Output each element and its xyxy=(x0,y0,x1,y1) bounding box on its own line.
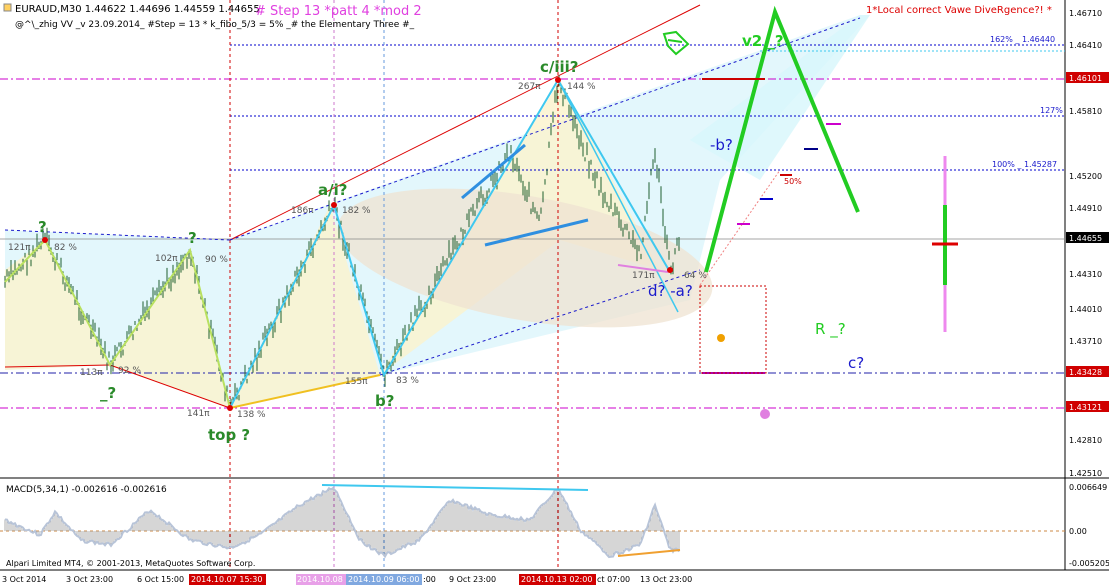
svg-text:155π: 155π xyxy=(345,377,368,387)
svg-text:6 Oct 15:00: 6 Oct 15:00 xyxy=(137,575,184,584)
pivot-dot xyxy=(42,237,48,243)
price-tick-label: 1.44655 xyxy=(1069,234,1102,243)
svg-text:141π: 141π xyxy=(187,409,210,419)
svg-text:92 %: 92 % xyxy=(118,366,141,376)
price-tick-label: 1.43710 xyxy=(1069,337,1102,346)
pivot-dot xyxy=(227,405,233,411)
price-tick-label: 1.44310 xyxy=(1069,270,1102,279)
step-label: # Step 13 *patt 4 *mod 2 xyxy=(255,4,422,19)
svg-text:138 %: 138 % xyxy=(237,410,266,420)
wave-label-r: R _? xyxy=(815,320,846,339)
svg-text:2014.10.09 06:00: 2014.10.09 06:00 xyxy=(348,575,419,584)
svg-text:267π: 267π xyxy=(518,82,541,92)
macd-divergence-line xyxy=(617,549,681,557)
svg-text:182 %: 182 % xyxy=(342,206,371,216)
svg-text:90 %: 90 % xyxy=(205,255,228,265)
wave-label-da: d? -a? xyxy=(648,282,693,300)
price-tick-label: 1.42510 xyxy=(1069,469,1102,478)
macd-label: MACD(5,34,1) -0.002616 -0.002616 xyxy=(6,485,167,495)
svg-text:100% _ 1.45287: 100% _ 1.45287 xyxy=(992,160,1057,169)
svg-text:82 %: 82 % xyxy=(54,243,77,253)
divergence-label: 1*Local correct Vawe DiveRgence?! * xyxy=(866,5,1052,16)
price-tick-label: 1.44910 xyxy=(1069,204,1102,213)
svg-text:2014.10.13 02:00: 2014.10.13 02:00 xyxy=(521,575,592,584)
svg-text:102π: 102π xyxy=(155,254,178,264)
svg-text:113π: 113π xyxy=(80,368,103,378)
copyright: Alpari Limited MT4, © 2001-2013, MetaQuo… xyxy=(6,559,255,568)
pivot-dot xyxy=(667,267,673,273)
price-tick-label: 1.44010 xyxy=(1069,305,1102,314)
price-tick-label: 1.43121 xyxy=(1069,403,1102,412)
svg-text:9 Oct 23:00: 9 Oct 23:00 xyxy=(449,575,496,584)
wave-label-top: top ? xyxy=(208,426,250,444)
price-tick-label: 1.46710 xyxy=(1069,9,1102,18)
pivot-dot xyxy=(331,202,337,208)
svg-text:ct 07:00: ct 07:00 xyxy=(597,575,630,584)
price-axis[interactable]: 1.46710 1.46410 1.46101 1.45810 1.45200 1.449… xyxy=(1066,9,1109,478)
price-tick-label: 1.46101 xyxy=(1069,74,1102,83)
symbol-info: EURAUD,M30 1.44622 1.44696 1.44559 1.446… xyxy=(15,4,260,15)
macd-divergence-line xyxy=(321,484,589,491)
macd-signal-line xyxy=(4,486,680,559)
wave-label-q1: ? xyxy=(38,218,47,236)
macd-tick-top: 0.006649 xyxy=(1069,483,1107,492)
price-tick-label: 1.46410 xyxy=(1069,41,1102,50)
chart-window[interactable]: EURAUD,M30 1.44622 1.44696 1.44559 1.446… xyxy=(0,0,1109,588)
price-tick-label: 1.43428 xyxy=(1069,368,1102,377)
indicator-info: @^\_zhig VV _v 23.09.2014_ #Step = 13 * … xyxy=(15,20,415,30)
wave-label-ai: a/i? xyxy=(318,181,347,199)
svg-text:2014.10.07 15:30: 2014.10.07 15:30 xyxy=(191,575,262,584)
svg-text:13 Oct 23:00: 13 Oct 23:00 xyxy=(640,575,692,584)
orange-dot xyxy=(717,334,725,342)
wave-label-v2: v2 _? xyxy=(742,32,784,50)
svg-text:127%: 127% xyxy=(1040,106,1063,115)
svg-text:121π: 121π xyxy=(8,243,31,253)
wave-label-c: c? xyxy=(848,354,864,372)
svg-text:3 Oct 23:00: 3 Oct 23:00 xyxy=(66,575,113,584)
svg-text:171π: 171π xyxy=(632,271,655,281)
price-tick-label: 1.45810 xyxy=(1069,107,1102,116)
macd-panel[interactable]: MACD(5,34,1) -0.002616 -0.002616 Alpari … xyxy=(0,483,1109,568)
wave-label-under: _? xyxy=(100,384,116,402)
svg-text:64 %: 64 % xyxy=(684,271,707,281)
svg-text:50%: 50% xyxy=(784,177,802,186)
wave-label-mb: -b? xyxy=(710,136,733,154)
pink-dot xyxy=(760,409,770,419)
time-axis[interactable]: 3 Oct 2014 3 Oct 23:00 6 Oct 15:00 2014.… xyxy=(2,574,692,585)
macd-tick-zero: 0.00 xyxy=(1069,527,1087,536)
wave-label-ciii: c/iii? xyxy=(540,58,579,76)
pivot-dot xyxy=(555,77,561,83)
price-tick-label: 1.45200 xyxy=(1069,172,1102,181)
svg-text::00: :00 xyxy=(423,575,436,584)
svg-text:186π: 186π xyxy=(291,206,314,216)
svg-text:162% _ 1.46440: 162% _ 1.46440 xyxy=(990,35,1055,44)
macd-tick-bottom: -0.005205 xyxy=(1069,559,1109,568)
svg-text:83 %: 83 % xyxy=(396,376,419,386)
wave-label-b: b? xyxy=(375,392,394,410)
price-tick-label: 1.42810 xyxy=(1069,436,1102,445)
svg-text:3 Oct 2014: 3 Oct 2014 xyxy=(2,575,46,584)
svg-text:2014.10.08: 2014.10.08 xyxy=(297,575,343,584)
svg-text:144 %: 144 % xyxy=(567,82,596,92)
wave-label-q2: ? xyxy=(188,229,197,247)
